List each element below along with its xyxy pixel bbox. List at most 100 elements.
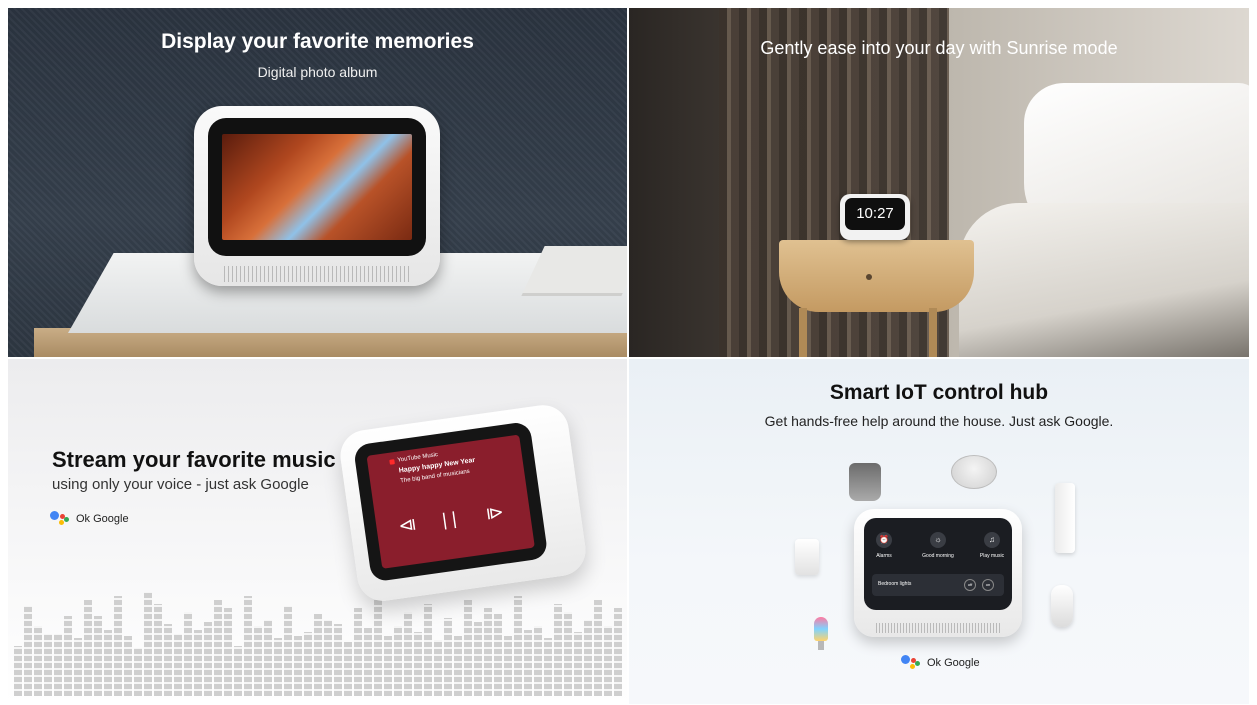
nightstand-leg (929, 308, 937, 357)
equalizer-bar (124, 636, 132, 696)
alarm-clock-icon[interactable]: ⏰ (876, 532, 892, 548)
equalizer-bar (184, 612, 192, 696)
skip-previous-icon[interactable]: ⧏ (397, 514, 418, 537)
smart-clock-device: ⏰ ☼ ♫ Alarms Good morning Play music Bed… (854, 509, 1022, 637)
equalizer-bar (164, 624, 172, 696)
panel-subtitle: Digital photo album (257, 64, 378, 80)
google-assistant-icon (50, 511, 72, 527)
equalizer-bar (484, 608, 492, 696)
equalizer-bar (454, 636, 462, 696)
equalizer-bar (24, 606, 32, 696)
ok-google-badge: Ok Google (901, 655, 980, 671)
equalizer-bar (154, 604, 162, 696)
bedroom-lights-label: Bedroom lights (878, 581, 912, 587)
equalizer-bar (364, 628, 372, 696)
equalizer-bar (584, 620, 592, 696)
equalizer-bar (514, 596, 522, 696)
equalizer-bar (34, 626, 42, 696)
clock-display: 10:27 (845, 198, 905, 230)
panel-title: Smart IoT control hub (829, 381, 1049, 404)
humidifier (795, 539, 819, 575)
hub-item-label: Good morning (922, 553, 954, 559)
smart-bulb (814, 617, 828, 641)
panel-music: Stream your favorite music using only yo… (8, 359, 627, 704)
equalizer-bar (244, 596, 252, 696)
equalizer-bar (204, 622, 212, 696)
panel-subtitle: Get hands-free help around the house. Ju… (764, 413, 1114, 429)
equalizer-bar (354, 608, 362, 696)
equalizer-bar (314, 614, 322, 696)
smart-clock-device (194, 106, 440, 286)
equalizer-bar (414, 632, 422, 696)
equalizer-bar (594, 600, 602, 696)
equalizer-bar (404, 612, 412, 696)
equalizer-bar (424, 604, 432, 696)
nightstand (779, 240, 974, 312)
equalizer-bar (444, 618, 452, 696)
panel-subtitle: using only your voice - just ask Google (52, 476, 309, 493)
equalizer-bar (174, 634, 182, 696)
equalizer-bar (14, 646, 22, 696)
smart-speaker (849, 463, 881, 501)
speaker-grille (224, 266, 410, 282)
equalizer-bar (104, 630, 112, 696)
music-note-icon[interactable]: ♫ (984, 532, 1000, 548)
panel-title: Gently ease into your day with Sunrise m… (760, 38, 1118, 58)
equalizer-bar (64, 616, 72, 696)
google-assistant-icon (901, 655, 923, 671)
skip-next-icon[interactable]: ⧐ (484, 502, 505, 525)
equalizer-bar (474, 622, 482, 696)
robot-vacuum (951, 455, 997, 489)
equalizer-bar (544, 638, 552, 696)
pause-icon[interactable]: | | (441, 508, 458, 531)
equalizer-graphic (14, 564, 624, 696)
equalizer-bar (534, 626, 542, 696)
bed (959, 203, 1249, 357)
canyon-photo (222, 134, 412, 240)
equalizer-bar (394, 626, 402, 696)
equalizer-bar (334, 624, 342, 696)
equalizer-bar (604, 626, 612, 696)
smart-clock-device: 10:27 (840, 194, 910, 240)
equalizer-bar (464, 600, 472, 696)
panel-photo-album: Display your favorite memories Digital p… (8, 8, 627, 357)
music-player-screen: YouTube Music Happy happy New Year The b… (366, 434, 535, 569)
equalizer-bar (214, 600, 222, 696)
panel-sunrise-mode: 10:27 Gently ease into your day with Sun… (629, 8, 1249, 357)
equalizer-bar (44, 634, 52, 696)
speaker-grille (876, 623, 1000, 633)
lights-on-button[interactable]: on (982, 579, 994, 591)
bedroom-lights-row: Bedroom lights off on (872, 574, 1004, 596)
equalizer-bar (274, 638, 282, 696)
equalizer-bar (434, 640, 442, 696)
equalizer-bar (614, 608, 622, 696)
equalizer-bar (254, 626, 262, 696)
equalizer-bar (134, 648, 142, 696)
equalizer-bar (324, 620, 332, 696)
equalizer-bar (84, 600, 92, 696)
hub-item-label: Play music (979, 553, 1005, 559)
equalizer-bar (94, 616, 102, 696)
equalizer-bar (54, 634, 62, 696)
equalizer-bar (304, 632, 312, 696)
equalizer-bar (284, 606, 292, 696)
equalizer-bar (554, 604, 562, 696)
equalizer-bar (564, 612, 572, 696)
hub-item-label: Alarms (876, 553, 892, 559)
equalizer-bar (224, 608, 232, 696)
lights-off-button[interactable]: off (964, 579, 976, 591)
equalizer-bar (194, 630, 202, 696)
nightstand-leg (799, 308, 807, 357)
sun-icon[interactable]: ☼ (930, 532, 946, 548)
panel-iot-hub: Smart IoT control hub Get hands-free hel… (629, 359, 1249, 704)
device-screen (208, 118, 426, 256)
ok-google-badge: Ok Google (50, 511, 129, 527)
equalizer-bar (344, 642, 352, 696)
device-screen: YouTube Music Happy happy New Year The b… (352, 420, 549, 583)
equalizer-bar (114, 596, 122, 696)
youtube-music-icon (389, 459, 395, 465)
security-camera (1051, 585, 1073, 627)
panel-title: Display your favorite memories (161, 30, 474, 53)
equalizer-bar (144, 592, 152, 696)
air-purifier (1055, 483, 1075, 553)
